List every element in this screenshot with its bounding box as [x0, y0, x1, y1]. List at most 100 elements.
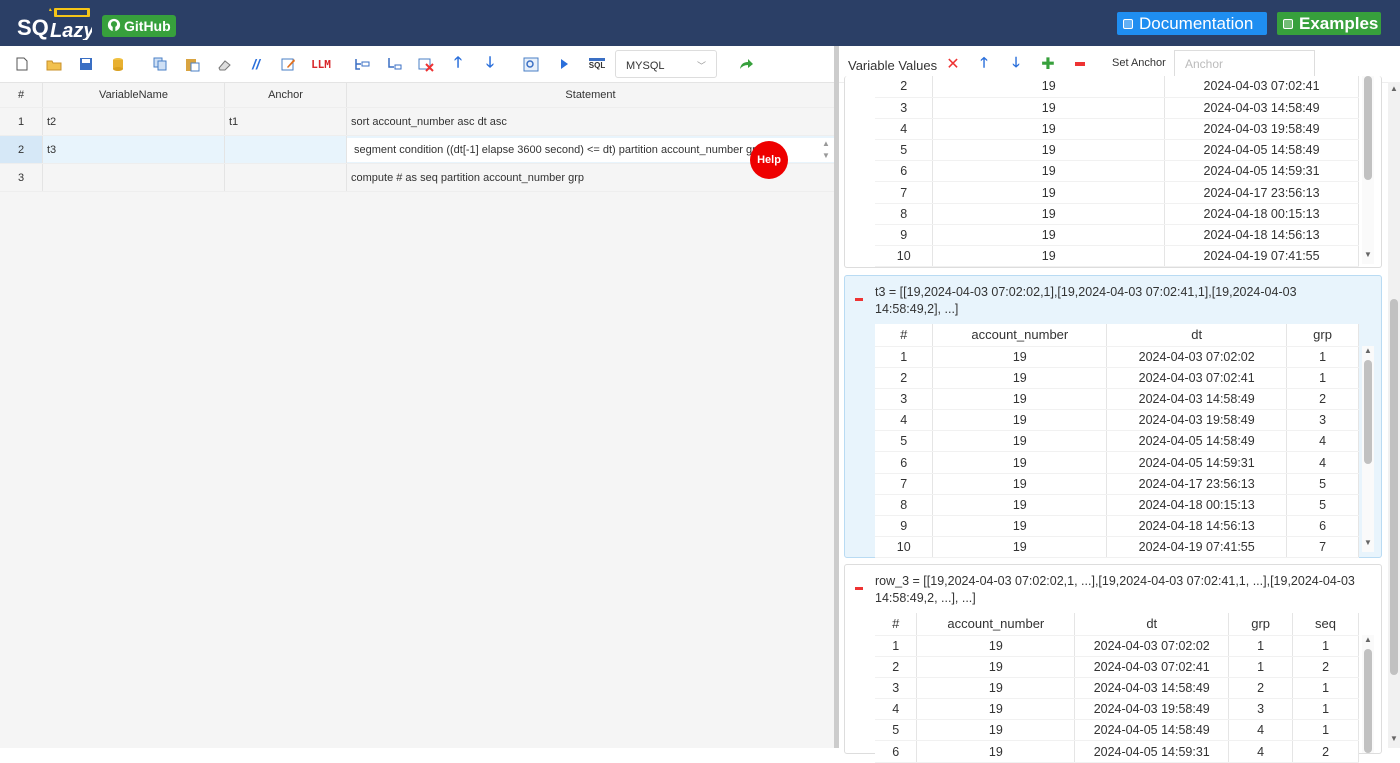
column-header: account_number [916, 613, 1076, 636]
examples-icon [1283, 18, 1293, 29]
table-cell: 1 [1292, 719, 1359, 742]
comment-icon[interactable]: // [247, 55, 265, 73]
table-cell: 19 [916, 740, 1076, 763]
save-icon[interactable] [77, 55, 95, 73]
table-cell: 19 [932, 430, 1108, 453]
dialect-select[interactable]: MYSQL ﹀ [615, 50, 717, 78]
delete-row-icon[interactable] [417, 55, 435, 73]
table-row: 7 19 2024-04-17 23:56:13 5 [875, 473, 1359, 495]
remove-icon[interactable] [1071, 55, 1089, 73]
new-file-icon[interactable] [13, 55, 31, 73]
table-scrollbar[interactable]: ▲ [1362, 635, 1374, 753]
book-icon [1123, 18, 1133, 29]
table-row: 2 19 2024-04-03 07:02:41 [875, 76, 1359, 98]
table-cell: 4 [875, 409, 934, 432]
open-folder-icon[interactable] [45, 55, 63, 73]
table-row: 6 19 2024-04-05 14:59:31 [875, 160, 1359, 183]
table-cell: 8 [875, 203, 934, 225]
grid-row[interactable]: 3 compute # as seq partition account_num… [0, 164, 834, 192]
table-cell: 2024-04-03 14:58:49 [1074, 677, 1230, 700]
paste-icon[interactable] [183, 55, 201, 73]
table-cell: 7 [875, 473, 934, 495]
copy-icon[interactable] [151, 55, 169, 73]
variable-name-cell[interactable]: t2 [43, 108, 225, 135]
append-row-icon[interactable] [385, 55, 403, 73]
insert-row-icon[interactable] [353, 55, 371, 73]
right-pane-scrollbar[interactable]: ▲ ▼ [1388, 82, 1400, 748]
collapse-icon[interactable] [855, 298, 863, 301]
scroll-thumb[interactable] [1390, 299, 1398, 675]
table-cell: 19 [932, 224, 1166, 247]
anchor-input[interactable] [1174, 50, 1315, 78]
anchor-cell[interactable]: t1 [225, 108, 347, 135]
table-cell: 19 [932, 76, 1166, 98]
table-cell: 2024-04-03 14:58:49 [1164, 97, 1359, 119]
table-cell: 1 [1286, 346, 1359, 368]
table-cell: 2024-04-18 00:15:13 [1106, 494, 1288, 517]
svg-text:Lazy: Lazy [50, 20, 92, 40]
move-up-icon[interactable]: 🡑 [449, 54, 467, 73]
variable-panel-t3[interactable]: t3 = [[19,2024-04-03 07:02:02,1],[19,202… [844, 275, 1382, 559]
table-scrollbar[interactable]: ▲ ▼ [1362, 346, 1374, 552]
table-cell: 10 [875, 245, 934, 268]
github-button[interactable]: GitHub [102, 15, 176, 37]
svg-text:SQ: SQ [17, 15, 49, 40]
move-up-icon[interactable]: 🡑 [975, 54, 993, 73]
sql-icon[interactable]: SQL [586, 55, 608, 73]
col-header-num: # [0, 83, 43, 107]
set-anchor-button[interactable]: Set Anchor [1112, 57, 1166, 69]
table-cell: 1 [1228, 656, 1294, 678]
table-cell: 2 [1292, 740, 1359, 763]
table-cell: 3 [875, 388, 934, 411]
collapse-icon[interactable] [855, 587, 863, 590]
help-button[interactable]: Help [750, 141, 788, 179]
editor-scroll-arrows[interactable]: ▲ ▼ [820, 138, 832, 164]
preview-icon[interactable] [522, 55, 540, 73]
table-cell: 19 [916, 677, 1076, 700]
anchor-cell[interactable] [225, 164, 347, 191]
col-header-statement: Statement [565, 89, 616, 101]
table-cell: 5 [875, 139, 934, 162]
move-down-icon[interactable]: 🡓 [481, 54, 499, 73]
run-icon[interactable] [555, 55, 573, 73]
table-cell: 5 [1286, 494, 1359, 517]
column-header: # [875, 613, 918, 636]
variable-values-title: Variable Values [848, 58, 938, 73]
column-header: seq [1292, 613, 1359, 636]
statement-cell[interactable]: sort account_number asc dt asc [347, 108, 834, 135]
add-icon[interactable]: ✚ [1039, 55, 1057, 73]
table-cell: 19 [932, 515, 1108, 538]
row-num: 3 [0, 164, 43, 191]
table-cell: 3 [1286, 409, 1359, 432]
variable-name-cell[interactable]: t3 [43, 136, 225, 163]
llm-icon[interactable]: LLM [310, 55, 332, 73]
redo-icon[interactable] [737, 55, 755, 73]
table-cell: 1 [1292, 635, 1359, 657]
erase-icon[interactable] [215, 55, 233, 73]
variable-panel-row3[interactable]: row_3 = [[19,2024-04-03 07:02:02,1, ...]… [844, 564, 1382, 763]
grid-row[interactable]: 1 t2 t1 sort account_number asc dt asc [0, 108, 834, 136]
table-cell: 2024-04-03 07:02:02 [1106, 346, 1288, 368]
table-cell: 9 [875, 224, 934, 247]
move-down-icon[interactable]: 🡓 [1007, 54, 1025, 73]
edit-icon[interactable] [279, 55, 297, 73]
table-cell: 19 [932, 388, 1108, 411]
database-icon[interactable] [109, 55, 127, 73]
table-scrollbar[interactable]: ▼ [1362, 76, 1374, 264]
table-cell: 19 [932, 160, 1166, 183]
examples-button[interactable]: Examples [1277, 12, 1381, 35]
table-cell: 19 [916, 698, 1076, 721]
grid-row-selected[interactable]: 2 t3 segment condition ((dt[-1] elapse 3… [0, 136, 834, 164]
documentation-button[interactable]: Documentation [1117, 12, 1267, 35]
anchor-cell[interactable] [225, 136, 347, 163]
close-icon[interactable]: ✕ [944, 55, 962, 73]
table-cell: 19 [932, 245, 1166, 268]
table-cell: 2024-04-05 14:58:49 [1164, 139, 1359, 162]
table-cell: 2024-04-03 19:58:49 [1164, 118, 1359, 141]
variable-name-cell[interactable] [43, 164, 225, 191]
sqlazy-logo[interactable]: SQ Lazy [16, 6, 95, 42]
table-row: 1 19 2024-04-03 07:02:02 1 1 [875, 635, 1359, 657]
table-cell: 2 [1228, 677, 1294, 700]
table-cell: 6 [875, 740, 918, 763]
table-cell: 1 [1228, 635, 1294, 657]
